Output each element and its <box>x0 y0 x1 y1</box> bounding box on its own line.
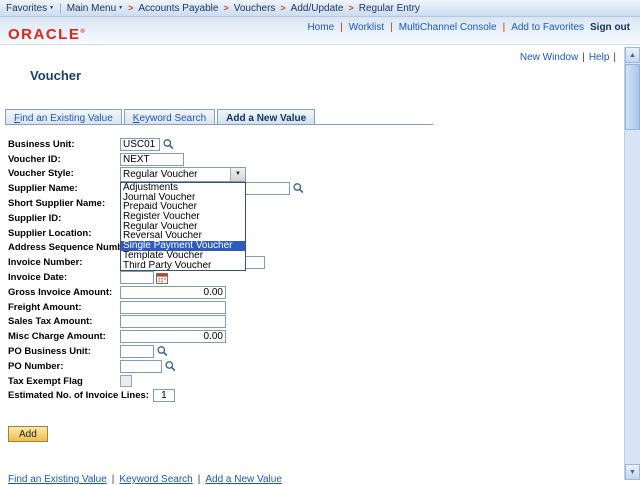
dropdown-option[interactable]: Reversal Voucher <box>121 231 245 241</box>
worklist-link[interactable]: Worklist <box>349 22 384 33</box>
supplier-location-label: Supplier Location: <box>8 228 120 239</box>
form-row: Gross Invoice Amount: <box>8 285 305 300</box>
voucher-style-label: Voucher Style: <box>8 168 120 179</box>
breadcrumb-vouchers[interactable]: Vouchers <box>234 3 276 14</box>
form-row: Invoice Date: <box>8 270 305 285</box>
main-menu[interactable]: Main Menu▼ <box>67 3 123 14</box>
breadcrumb-separator-icon: > <box>128 3 133 13</box>
add-to-favorites-link[interactable]: Add to Favorites <box>511 22 584 33</box>
lookup-icon[interactable] <box>156 345 169 358</box>
estimated-invoice-lines-label: Estimated No. of Invoice Lines: <box>8 390 153 401</box>
scrollbar-thumb[interactable] <box>625 64 640 130</box>
oracle-logo: ORACLE® <box>8 26 85 43</box>
separator: | <box>390 22 393 33</box>
invoice-date-label: Invoice Date: <box>8 272 120 283</box>
misc-charge-amount-label: Misc Charge Amount: <box>8 331 120 342</box>
breadcrumb-separator-icon: > <box>349 3 354 13</box>
po-business-unit-input[interactable] <box>120 345 154 358</box>
dropdown-option[interactable]: Template Voucher <box>121 251 245 261</box>
scrollbar-up-button[interactable]: ▲ <box>625 47 640 63</box>
multichannel-console-link[interactable]: MultiChannel Console <box>399 22 497 33</box>
business-unit-label: Business Unit: <box>8 139 120 150</box>
tab-bar: Find an Existing Value Keyword Search Ad… <box>5 109 317 125</box>
favorites-menu[interactable]: Favorites▼ <box>6 3 54 14</box>
calendar-icon[interactable] <box>156 272 168 284</box>
breadcrumb-separator-icon: > <box>223 3 228 13</box>
form-row: Misc Charge Amount: <box>8 329 305 344</box>
misc-charge-amount-input[interactable] <box>120 330 226 343</box>
tax-exempt-flag-label: Tax Exempt Flag <box>8 376 120 387</box>
voucher-id-input[interactable] <box>120 153 184 166</box>
voucher-style-select[interactable]: Regular Voucher ▼ <box>120 167 246 182</box>
breadcrumb-separator-icon: > <box>280 3 285 13</box>
breadcrumb-accounts-payable[interactable]: Accounts Payable <box>138 3 218 14</box>
freight-amount-input[interactable] <box>120 301 226 314</box>
gross-invoice-amount-label: Gross Invoice Amount: <box>8 287 120 298</box>
supplier-name-label: Supplier Name: <box>8 183 120 194</box>
separator: | <box>503 22 506 33</box>
po-number-input[interactable] <box>120 360 162 373</box>
dropdown-option[interactable]: Register Voucher <box>121 212 245 222</box>
home-link[interactable]: Home <box>307 22 334 33</box>
freight-amount-label: Freight Amount: <box>8 302 120 313</box>
invoice-number-label: Invoice Number: <box>8 257 120 268</box>
form-row: Voucher Style: Regular Voucher ▼ <box>8 167 305 182</box>
tab-underline <box>5 124 433 125</box>
chevron-down-icon[interactable]: ▼ <box>230 168 245 181</box>
app-header: ORACLE® Home | Worklist | MultiChannel C… <box>0 17 640 45</box>
form-row: Tax Exempt Flag <box>8 374 305 389</box>
estimated-invoice-lines-input[interactable] <box>153 389 175 402</box>
gross-invoice-amount-input[interactable] <box>120 286 226 299</box>
dropdown-option[interactable]: Adjustments <box>121 183 245 193</box>
dropdown-option[interactable]: Journal Voucher <box>121 193 245 203</box>
chevron-down-icon: ▼ <box>49 5 54 11</box>
form-row: Freight Amount: <box>8 300 305 315</box>
page-title: Voucher <box>30 68 81 83</box>
breadcrumb-regular-entry[interactable]: Regular Entry <box>359 3 420 14</box>
lookup-icon[interactable] <box>162 138 175 151</box>
dropdown-option[interactable]: Prepaid Voucher <box>121 202 245 212</box>
sign-out-link[interactable]: Sign out <box>590 22 630 33</box>
separator: | <box>613 52 616 63</box>
form-row: Sales Tax Amount: <box>8 315 305 330</box>
po-business-unit-label: PO Business Unit: <box>8 346 120 357</box>
dropdown-option[interactable]: Third Party Voucher <box>121 261 245 271</box>
sales-tax-amount-label: Sales Tax Amount: <box>8 316 120 327</box>
vertical-scrollbar[interactable]: ▲ ▼ <box>624 47 640 480</box>
tab-keyword-search[interactable]: Keyword Search <box>124 109 215 125</box>
invoice-date-input[interactable] <box>120 271 154 284</box>
tax-exempt-checkbox[interactable] <box>120 375 132 387</box>
voucher-id-label: Voucher ID: <box>8 154 120 165</box>
po-number-label: PO Number: <box>8 361 120 372</box>
help-link[interactable]: Help <box>589 52 610 63</box>
breadcrumb-bar: Favorites▼ | Main Menu▼ > Accounts Payab… <box>0 0 640 17</box>
chevron-down-icon: ▼ <box>118 5 123 11</box>
dropdown-option[interactable]: Regular Voucher <box>121 222 245 232</box>
form-row: Business Unit: <box>8 137 305 152</box>
sales-tax-amount-input[interactable] <box>120 315 226 328</box>
header-links: Home | Worklist | MultiChannel Console |… <box>307 22 630 33</box>
short-supplier-name-label: Short Supplier Name: <box>8 198 120 209</box>
breadcrumb-add-update[interactable]: Add/Update <box>291 3 344 14</box>
tab-add-new-value[interactable]: Add a New Value <box>217 109 315 125</box>
form-row: Estimated No. of Invoice Lines: <box>8 389 305 404</box>
dropdown-option[interactable]: Single Payment Voucher <box>121 241 245 251</box>
page-utility-links: New Window | Help | <box>520 52 616 63</box>
new-window-link[interactable]: New Window <box>520 52 578 63</box>
lookup-icon[interactable] <box>292 182 305 195</box>
scrollbar-down-button[interactable]: ▼ <box>625 464 640 480</box>
separator: | <box>340 22 343 33</box>
separator: | <box>59 3 62 14</box>
form-row: Voucher ID: <box>8 152 305 167</box>
lookup-icon[interactable] <box>164 360 177 373</box>
tab-find-existing-value[interactable]: Find an Existing Value <box>5 109 122 125</box>
separator: | <box>582 52 585 63</box>
add-button[interactable]: Add <box>8 426 48 442</box>
form-row: PO Number: <box>8 359 305 374</box>
supplier-id-label: Supplier ID: <box>8 213 120 224</box>
form-row: PO Business Unit: <box>8 344 305 359</box>
voucher-style-dropdown-list: Adjustments Journal Voucher Prepaid Vouc… <box>120 182 246 271</box>
business-unit-input[interactable] <box>120 138 160 151</box>
voucher-style-selected-value: Regular Voucher <box>123 169 198 180</box>
